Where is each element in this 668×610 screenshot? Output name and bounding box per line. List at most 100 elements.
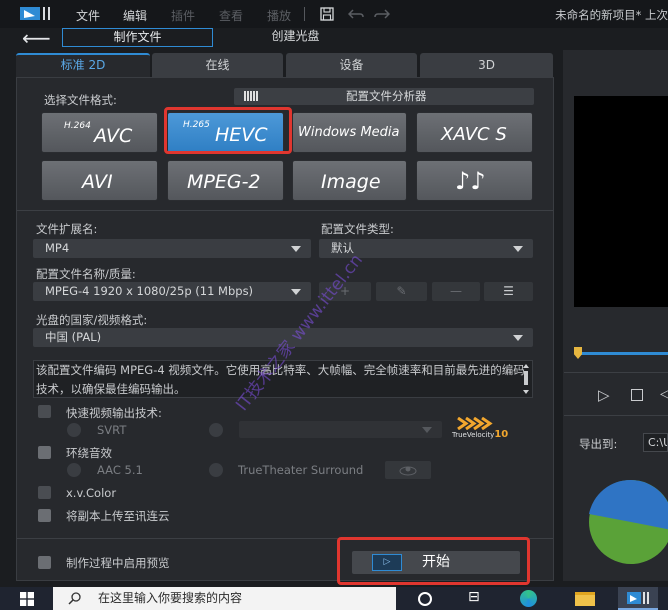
format-main: AVC xyxy=(94,125,133,147)
menu-file[interactable]: 文件 xyxy=(76,7,100,24)
truevelocity-logo: TrueVelocity10 xyxy=(452,417,518,441)
prev-icon[interactable]: ◁ xyxy=(660,386,668,402)
menu-plugins[interactable]: 插件 xyxy=(171,7,195,24)
delete-profile-button[interactable]: — xyxy=(432,282,480,301)
tab-create-file[interactable]: 制作文件 xyxy=(62,28,213,47)
extension-value: MP4 xyxy=(45,241,70,255)
upload-label: 将副本上传至讯连云 xyxy=(66,509,170,523)
tab-3d[interactable]: 3D xyxy=(420,53,553,77)
disk-space-pie-chart xyxy=(589,479,668,564)
format-main: Image xyxy=(321,171,381,193)
tab-standard-2d[interactable]: 标准 2D xyxy=(16,53,150,77)
video-preview xyxy=(574,96,668,307)
taskbar-app-active[interactable] xyxy=(618,587,658,610)
save-icon[interactable] xyxy=(320,7,334,21)
menu-bar: 文件 编辑 插件 查看 播放 未命名的新项目* 上次 xyxy=(0,0,668,28)
chevron-down-icon xyxy=(291,289,301,295)
svrt-radio[interactable] xyxy=(67,423,81,437)
svrt-label: SVRT xyxy=(97,423,127,437)
profile-name-select[interactable]: MPEG-4 1920 x 1080/25p (11 Mbps) xyxy=(33,282,311,301)
music-notes-icon: ♪♪ xyxy=(455,167,486,195)
stop-icon[interactable] xyxy=(631,389,643,401)
undo-icon[interactable] xyxy=(348,8,364,20)
fast-render-label: 快速视频输出技术: xyxy=(66,406,162,420)
export-label: 导出到: xyxy=(579,437,618,451)
description-scrollbar[interactable] xyxy=(522,363,530,395)
tab-create-disc[interactable]: 创建光盘 xyxy=(220,28,371,47)
tab-device[interactable]: 设备 xyxy=(286,53,417,77)
edit-profile-button[interactable]: ✎ xyxy=(376,282,427,301)
chevron-down-icon xyxy=(513,335,523,341)
truevelocity-text: TrueVelocity xyxy=(452,431,495,439)
format-audio-button[interactable]: ♪♪ xyxy=(416,160,533,201)
chevron-down-icon xyxy=(513,246,523,252)
chevron-down-icon xyxy=(291,246,301,252)
format-mpeg2-button[interactable]: MPEG-2 xyxy=(167,160,284,201)
profile-info-button[interactable]: ☰ xyxy=(484,282,533,301)
back-arrow-icon[interactable]: ⟵ xyxy=(22,28,51,48)
powerdirector-icon xyxy=(627,592,649,604)
format-xavcs-button[interactable]: XAVC S xyxy=(416,112,533,153)
format-main: Windows Media xyxy=(298,125,400,140)
menu-edit[interactable]: 编辑 xyxy=(123,7,147,24)
redo-icon[interactable] xyxy=(374,8,390,20)
cortana-icon[interactable] xyxy=(418,592,432,606)
upload-checkbox[interactable] xyxy=(38,509,51,522)
preview-label: 制作过程中启用预览 xyxy=(66,556,170,570)
format-avc-button[interactable]: H.264 AVC xyxy=(41,112,158,153)
tab-online[interactable]: 在线 xyxy=(152,53,283,77)
surround-icon xyxy=(399,466,417,476)
pencil-icon: ✎ xyxy=(396,284,407,298)
profile-name-value: MPEG-4 1920 x 1080/25p (11 Mbps) xyxy=(45,284,254,298)
gpu-select[interactable] xyxy=(239,421,442,438)
search-icon xyxy=(68,592,81,605)
format-image-button[interactable]: Image xyxy=(292,160,407,201)
format-avi-button[interactable]: AVI xyxy=(41,160,158,201)
export-path-field[interactable]: C:\U xyxy=(643,433,668,452)
edge-browser-icon[interactable] xyxy=(520,590,537,607)
minus-icon: — xyxy=(450,284,462,298)
truetheater-label: TrueTheater Surround xyxy=(238,463,364,477)
aac-label: AAC 5.1 xyxy=(97,463,143,477)
extension-select[interactable]: MP4 xyxy=(33,239,311,258)
windows-start-icon[interactable] xyxy=(20,592,34,606)
analyzer-icon xyxy=(244,91,258,101)
profile-type-label: 配置文件类型: xyxy=(321,222,394,236)
task-view-icon[interactable]: ⊟ xyxy=(468,589,480,605)
surround-label: 环绕音效 xyxy=(66,446,112,460)
fast-render-checkbox[interactable] xyxy=(38,405,51,418)
analyzer-label: 配置文件分析器 xyxy=(346,89,427,103)
extension-label: 文件扩展名: xyxy=(36,222,98,236)
surround-checkbox[interactable] xyxy=(38,446,51,459)
preview-checkbox[interactable] xyxy=(38,556,51,569)
search-placeholder: 在这里输入你要搜索的内容 xyxy=(98,591,243,605)
list-icon: ☰ xyxy=(503,284,514,298)
divider xyxy=(17,210,553,211)
format-main: MPEG-2 xyxy=(187,171,261,193)
start-highlight-box xyxy=(337,537,530,585)
country-value: 中国 (PAL) xyxy=(45,330,102,344)
profile-name-label: 配置文件名称/质量: xyxy=(36,267,136,281)
timeline-progress[interactable] xyxy=(577,352,668,355)
gpu-radio[interactable] xyxy=(209,423,223,437)
file-explorer-icon[interactable] xyxy=(575,592,595,606)
format-main: AVI xyxy=(82,171,113,193)
chevron-down-icon xyxy=(422,427,432,433)
truetheater-settings-button[interactable] xyxy=(385,461,431,479)
truevelocity-num: 10 xyxy=(494,429,509,440)
project-title: 未命名的新项目* 上次 xyxy=(555,8,668,22)
profile-analyzer-button[interactable]: 配置文件分析器 xyxy=(234,88,534,105)
menu-playback[interactable]: 播放 xyxy=(267,7,291,24)
divider xyxy=(564,415,668,416)
divider xyxy=(564,372,668,373)
app-logo xyxy=(20,7,50,20)
xvcolor-checkbox[interactable] xyxy=(38,486,51,499)
taskbar-search-box[interactable]: 在这里输入你要搜索的内容 xyxy=(53,587,396,610)
truetheater-radio[interactable] xyxy=(209,463,223,477)
aac-radio[interactable] xyxy=(67,463,81,477)
menu-view[interactable]: 查看 xyxy=(219,7,243,24)
xvcolor-label: x.v.Color xyxy=(66,486,117,500)
country-label: 光盘的国家/视频格式: xyxy=(36,313,148,327)
play-icon[interactable]: ▷ xyxy=(598,386,610,404)
format-wmv-button[interactable]: Windows Media xyxy=(292,112,407,153)
